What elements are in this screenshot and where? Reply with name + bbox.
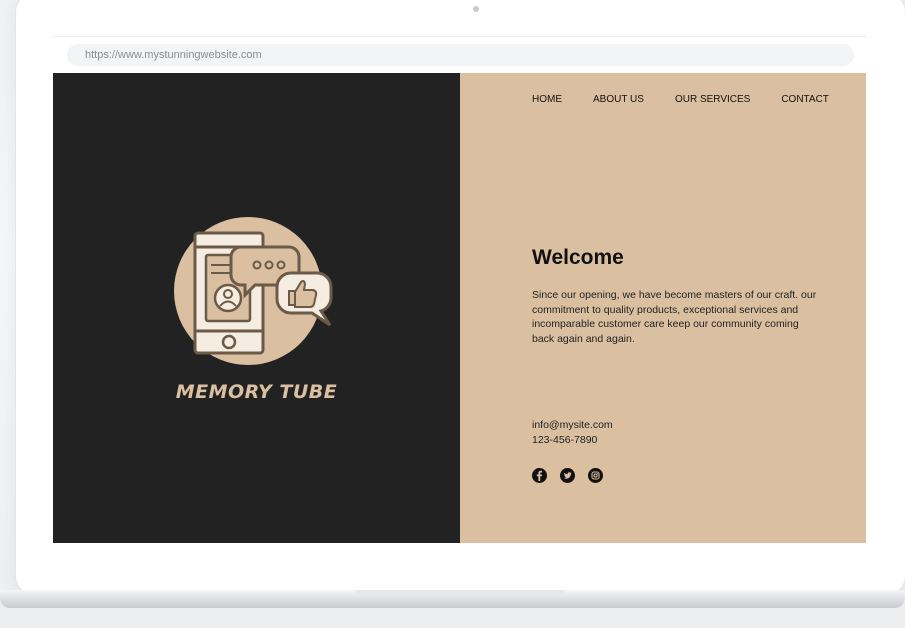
laptop-notch <box>355 590 565 596</box>
twitter-icon[interactable] <box>560 468 575 483</box>
nav-item-home[interactable]: HOME <box>532 94 562 105</box>
social-links <box>532 468 616 483</box>
nav-item-our-services[interactable]: OUR SERVICES <box>675 94 750 105</box>
address-bar[interactable]: https://www.mystunningwebsite.com <box>67 44 854 66</box>
nav-item-about-us[interactable]: ABOUT US <box>593 94 644 105</box>
logo-panel: MEMORY TUBE <box>53 73 460 543</box>
website-preview: MEMORY TUBE HOME ABOUT US OUR SERVICES C… <box>53 73 866 543</box>
page-title: Welcome <box>532 246 624 269</box>
memory-tube-logo-icon <box>174 217 333 365</box>
camera-icon <box>473 6 479 12</box>
main-nav: HOME ABOUT US OUR SERVICES CONTACT <box>532 94 829 105</box>
contact-email[interactable]: info@mysite.com <box>532 419 613 431</box>
nav-item-contact[interactable]: CONTACT <box>781 94 829 105</box>
content-panel: HOME ABOUT US OUR SERVICES CONTACT Welco… <box>460 73 866 543</box>
contact-phone: 123-456-7890 <box>532 434 598 446</box>
instagram-icon[interactable] <box>588 468 603 483</box>
intro-text: Since our opening, we have become master… <box>532 289 817 345</box>
brand-name: MEMORY TUBE <box>175 381 338 403</box>
facebook-icon[interactable] <box>532 468 547 483</box>
laptop-base <box>0 590 905 608</box>
browser-toolbar: https://www.mystunningwebsite.com <box>52 36 867 74</box>
